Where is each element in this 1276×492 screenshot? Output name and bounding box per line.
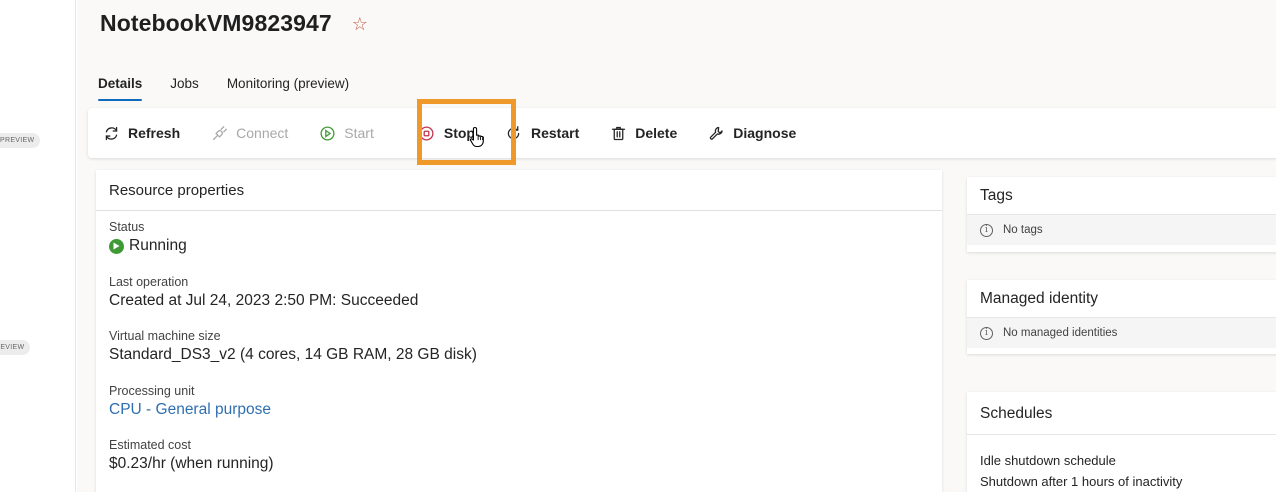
vm-size-property: Virtual machine size Standard_DS3_v2 (4 …: [109, 329, 477, 364]
tab-details[interactable]: Details: [98, 76, 143, 101]
status-value: Running: [109, 237, 187, 255]
info-icon: i: [980, 326, 993, 340]
schedules-title: Schedules: [967, 392, 1276, 435]
trash-icon: [609, 124, 627, 142]
left-navigation: PREVIEW PREVIEW: [0, 0, 76, 492]
title-row: NotebookVM9823947 ☆: [100, 10, 368, 37]
delete-button[interactable]: Delete: [609, 124, 677, 142]
preview-badge: PREVIEW: [0, 340, 31, 355]
diagnose-label: Diagnose: [733, 125, 797, 141]
last-operation-label: Last operation: [109, 275, 189, 289]
panel-title: Resource properties: [96, 170, 942, 211]
status-text: Running: [129, 237, 187, 254]
processing-unit-property: Processing unit CPU - General purpose: [109, 384, 271, 419]
page-title: NotebookVM9823947: [100, 10, 332, 36]
plug-icon: [210, 124, 228, 142]
status-property: Status Running: [109, 220, 187, 255]
stop-button[interactable]: Stop: [418, 124, 475, 142]
preview-badge: PREVIEW: [0, 133, 41, 148]
tags-empty-text: No tags: [1003, 224, 1043, 236]
tab-bar: Details Jobs Monitoring (preview): [98, 76, 377, 101]
star-outline-icon[interactable]: ☆: [352, 15, 368, 33]
processing-unit-value: CPU - General purpose: [109, 401, 271, 419]
cpu-link[interactable]: CPU: [109, 401, 142, 419]
running-status-icon: [109, 238, 124, 254]
refresh-button[interactable]: Refresh: [102, 124, 180, 142]
refresh-label: Refresh: [128, 125, 181, 141]
estimated-cost-label: Estimated cost: [109, 438, 191, 452]
managed-identity-empty-text: No managed identities: [1003, 327, 1118, 339]
vm-size-label: Virtual machine size: [109, 329, 221, 343]
start-button[interactable]: Start: [318, 124, 374, 142]
general-purpose-link[interactable]: General purpose: [156, 401, 271, 419]
managed-identity-title: Managed identity: [967, 280, 1276, 318]
restart-icon: [505, 124, 523, 142]
processing-unit-label: Processing unit: [109, 384, 195, 398]
start-label: Start: [344, 125, 374, 141]
estimated-cost-value: $0.23/hr (when running): [109, 455, 274, 472]
hand-pointer-icon: [470, 126, 484, 148]
restart-button[interactable]: Restart: [505, 124, 579, 142]
managed-identity-card: Managed identity i No managed identities: [967, 280, 1276, 354]
restart-label: Restart: [530, 125, 580, 141]
diagnose-button[interactable]: Diagnose: [707, 124, 796, 142]
vm-size-value: Standard_DS3_v2 (4 cores, 14 GB RAM, 28 …: [109, 346, 477, 363]
command-toolbar: Refresh Connect Start Stop Restart Delet…: [88, 108, 1276, 158]
tags-empty-message: i No tags: [967, 215, 1276, 245]
idle-shutdown-value: Shutdown after 1 hours of inactivity: [980, 474, 1183, 489]
tab-jobs[interactable]: Jobs: [170, 76, 199, 101]
resource-properties-panel: Resource properties Status Running Last …: [96, 170, 942, 492]
idle-shutdown-label: Idle shutdown schedule: [980, 453, 1116, 468]
main-content: NotebookVM9823947 ☆ Details Jobs Monitor…: [77, 0, 1276, 492]
tags-title: Tags: [967, 177, 1276, 215]
last-operation-value: Created at Jul 24, 2023 2:50 PM: Succeed…: [109, 292, 419, 309]
connect-label: Connect: [236, 125, 289, 141]
tab-monitoring[interactable]: Monitoring (preview): [227, 76, 349, 101]
last-operation-property: Last operation Created at Jul 24, 2023 2…: [109, 275, 418, 310]
status-label: Status: [109, 220, 145, 234]
estimated-cost-property: Estimated cost $0.23/hr (when running): [109, 438, 274, 473]
play-circle-icon: [318, 124, 336, 142]
stop-circle-icon: [418, 124, 436, 142]
tags-card: Tags i No tags: [967, 177, 1276, 252]
refresh-icon: [102, 124, 120, 142]
schedules-card: Schedules Idle shutdown schedule Shutdow…: [967, 392, 1276, 492]
delete-label: Delete: [635, 125, 678, 141]
info-icon: i: [980, 223, 993, 237]
managed-identity-empty-message: i No managed identities: [967, 318, 1276, 348]
wrench-icon: [707, 124, 725, 142]
processing-separator: -: [141, 401, 156, 418]
connect-button[interactable]: Connect: [210, 124, 288, 142]
